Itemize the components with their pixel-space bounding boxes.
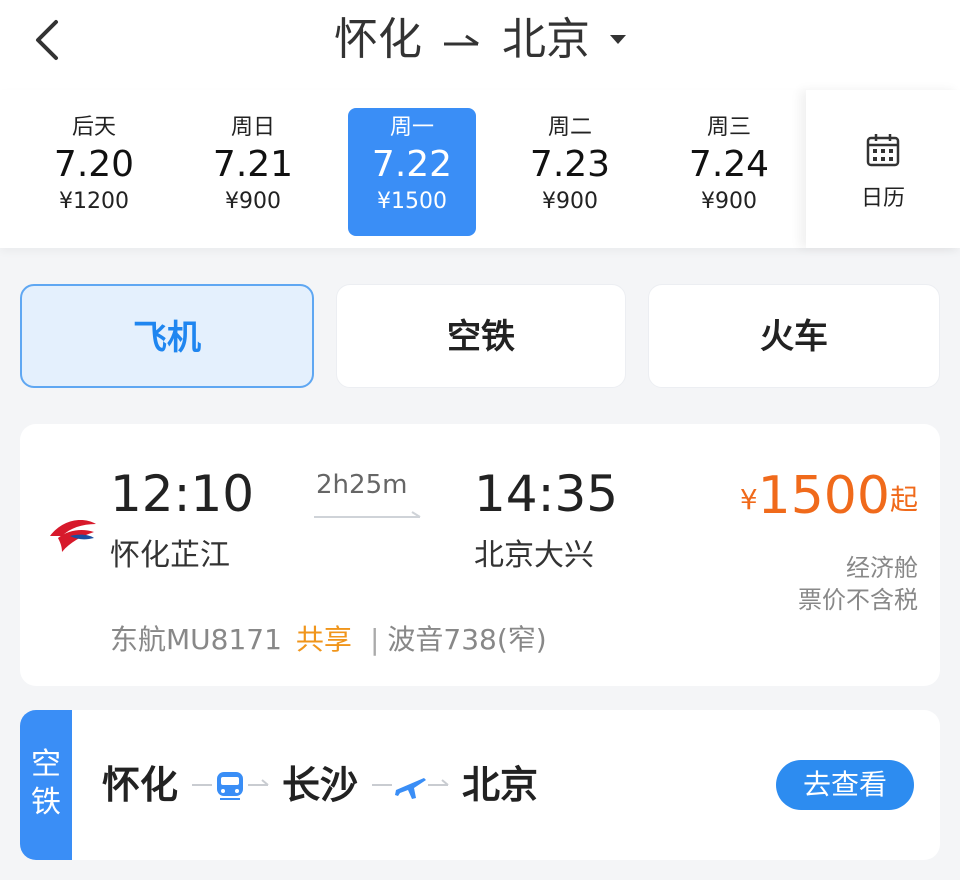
calendar-icon <box>866 134 900 167</box>
date-option[interactable]: 周三 7.24 ¥900 <box>665 108 793 236</box>
city-end: 北京 <box>462 763 539 807</box>
city-transfer: 长沙 <box>282 763 359 807</box>
flight-price: ¥1500起 <box>740 466 918 526</box>
plane-icon <box>372 778 449 799</box>
arrival-time: 14:35 <box>474 465 619 523</box>
date-value: 7.23 <box>529 144 611 185</box>
info-separator: | <box>369 623 380 656</box>
header-bar: 怀化 北京 <box>0 0 960 90</box>
price-currency: ¥ <box>739 483 758 516</box>
flight-info: 东航MU8171 共享 | 波音738(窄) <box>110 622 547 658</box>
date-price: ¥1200 <box>59 189 129 214</box>
china-eastern-logo-icon <box>50 520 96 552</box>
tax-note: 票价不含税 <box>798 586 918 614</box>
flight-duration: 2h25m <box>316 470 408 500</box>
train-icon <box>192 772 269 800</box>
date-selector: 后天 7.20 ¥1200 周日 7.21 ¥900 周一 7.22 ¥1500… <box>0 90 960 248</box>
tab-flight[interactable]: 飞机 <box>20 284 314 388</box>
date-option[interactable]: 周二 7.23 ¥900 <box>506 108 634 236</box>
date-value: 7.21 <box>212 144 294 185</box>
date-weekday: 周二 <box>547 115 592 140</box>
date-value: 7.22 <box>371 144 453 185</box>
codeshare-badge: 共享 <box>295 623 352 656</box>
cabin-class: 经济舱 <box>846 554 918 582</box>
caret-down-icon <box>610 34 626 44</box>
origin-city: 怀化 <box>334 14 422 65</box>
date-price: ¥900 <box>701 189 757 214</box>
departure-time: 12:10 <box>110 465 255 523</box>
date-price: ¥900 <box>225 189 281 214</box>
route-arrow-icon <box>444 34 479 46</box>
flight-number: 东航MU8171 <box>110 623 282 656</box>
tab-air-rail[interactable]: 空铁 <box>336 284 626 388</box>
route-selector[interactable]: 怀化 北京 <box>0 10 960 70</box>
destination-city: 北京 <box>502 14 590 65</box>
date-option-selected[interactable]: 周一 7.22 ¥1500 <box>348 108 476 236</box>
date-price: ¥900 <box>542 189 598 214</box>
air-rail-tag: 空 铁 <box>20 710 72 860</box>
date-value: 7.24 <box>688 144 770 185</box>
arrival-airport: 北京大兴 <box>474 538 594 573</box>
price-amount: 1500 <box>757 466 890 526</box>
air-rail-card[interactable]: 空 铁 怀化 长沙 北京 去查看 <box>20 710 940 860</box>
duration-arrow-icon <box>314 511 421 518</box>
date-weekday: 周日 <box>230 115 275 140</box>
calendar-button[interactable]: 日历 <box>806 90 960 248</box>
tag-char: 空 <box>31 747 61 782</box>
view-details-button[interactable]: 去查看 <box>776 760 914 810</box>
tab-train[interactable]: 火车 <box>648 284 940 388</box>
date-price: ¥1500 <box>377 189 447 214</box>
date-weekday: 后天 <box>71 115 116 140</box>
date-option[interactable]: 周日 7.21 ¥900 <box>189 108 317 236</box>
calendar-label: 日历 <box>860 186 905 211</box>
date-weekday: 周一 <box>389 115 434 140</box>
departure-airport: 怀化芷江 <box>110 538 230 573</box>
price-suffix: 起 <box>889 483 918 516</box>
tag-char: 铁 <box>31 785 61 820</box>
date-weekday: 周三 <box>706 115 751 140</box>
aircraft-type: 波音738(窄) <box>387 623 547 656</box>
date-option[interactable]: 后天 7.20 ¥1200 <box>30 108 158 236</box>
city-start: 怀化 <box>102 763 179 807</box>
date-value: 7.20 <box>53 144 135 185</box>
flight-card[interactable]: 12:10 2h25m 14:35 怀化芷江 北京大兴 ¥1500起 经济舱 票… <box>20 424 940 686</box>
